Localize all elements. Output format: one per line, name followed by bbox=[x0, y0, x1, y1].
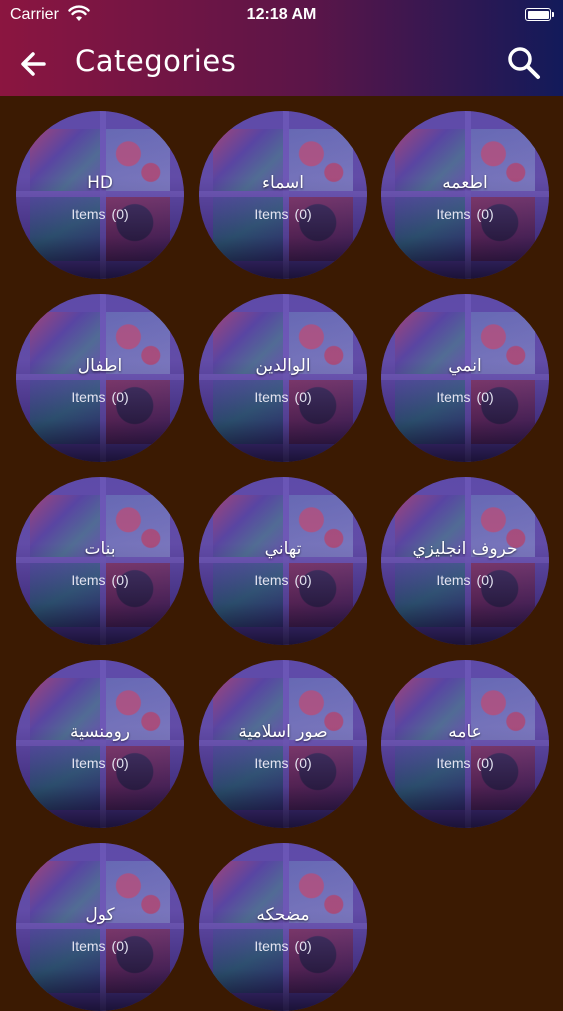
category-name: حروف انجليزي bbox=[412, 539, 518, 559]
category-count: Items (0) bbox=[16, 755, 184, 771]
category-count: Items (0) bbox=[199, 206, 367, 222]
category-thumbnail bbox=[16, 294, 184, 462]
category-thumbnail bbox=[381, 111, 549, 279]
category-count: Items (0) bbox=[199, 938, 367, 954]
category-name: كول bbox=[85, 905, 115, 925]
category-card[interactable]: مضحكه Items (0) bbox=[199, 843, 367, 1011]
category-thumbnail bbox=[199, 477, 367, 645]
items-label: Items bbox=[71, 572, 106, 588]
back-button[interactable] bbox=[16, 46, 52, 82]
items-count: (0) bbox=[476, 572, 494, 588]
category-thumbnail bbox=[16, 843, 184, 1011]
items-label: Items bbox=[254, 206, 289, 222]
category-card[interactable]: تهاني Items (0) bbox=[199, 477, 367, 645]
category-count: Items (0) bbox=[381, 572, 549, 588]
items-label: Items bbox=[436, 389, 471, 405]
category-count: Items (0) bbox=[199, 389, 367, 405]
category-card[interactable]: رومنسية Items (0) bbox=[16, 660, 184, 828]
items-label: Items bbox=[71, 206, 106, 222]
category-count: Items (0) bbox=[381, 755, 549, 771]
category-count: Items (0) bbox=[381, 389, 549, 405]
category-name: انمي bbox=[448, 356, 482, 376]
items-count: (0) bbox=[476, 389, 494, 405]
category-name: اطفال bbox=[77, 356, 123, 376]
category-count: Items (0) bbox=[16, 389, 184, 405]
category-card[interactable]: اطفال Items (0) bbox=[16, 294, 184, 462]
category-count: Items (0) bbox=[199, 755, 367, 771]
category-name: رومنسية bbox=[69, 722, 131, 742]
items-label: Items bbox=[254, 389, 289, 405]
category-count: Items (0) bbox=[199, 572, 367, 588]
category-card[interactable]: صور اسلامية Items (0) bbox=[199, 660, 367, 828]
category-name: عامه bbox=[448, 722, 482, 742]
category-count: Items (0) bbox=[381, 206, 549, 222]
category-thumbnail bbox=[199, 111, 367, 279]
category-thumbnail bbox=[16, 111, 184, 279]
category-thumbnail bbox=[381, 660, 549, 828]
items-label: Items bbox=[254, 755, 289, 771]
category-thumbnail bbox=[16, 477, 184, 645]
category-card[interactable]: الوالدين Items (0) bbox=[199, 294, 367, 462]
items-count: (0) bbox=[294, 938, 312, 954]
category-count: Items (0) bbox=[16, 938, 184, 954]
items-label: Items bbox=[71, 755, 106, 771]
category-name: HD bbox=[87, 173, 113, 193]
category-name: الوالدين bbox=[255, 356, 311, 376]
category-card[interactable]: اطعمه Items (0) bbox=[381, 111, 549, 279]
items-label: Items bbox=[436, 572, 471, 588]
category-grid: HD Items (0) اسماء Items (0) اطعمه Items (0) اطفا… bbox=[0, 96, 563, 1011]
items-label: Items bbox=[254, 572, 289, 588]
category-thumbnail bbox=[199, 660, 367, 828]
items-count: (0) bbox=[476, 755, 494, 771]
items-label: Items bbox=[436, 206, 471, 222]
category-name: اسماء bbox=[262, 173, 304, 193]
category-name: بنات bbox=[84, 539, 116, 559]
items-count: (0) bbox=[294, 755, 312, 771]
category-card[interactable]: عامه Items (0) bbox=[381, 660, 549, 828]
items-label: Items bbox=[71, 938, 106, 954]
items-label: Items bbox=[254, 938, 289, 954]
category-card[interactable]: بنات Items (0) bbox=[16, 477, 184, 645]
items-count: (0) bbox=[294, 206, 312, 222]
items-count: (0) bbox=[111, 755, 129, 771]
category-card[interactable]: انمي Items (0) bbox=[381, 294, 549, 462]
category-name: مضحكه bbox=[256, 905, 310, 925]
category-card[interactable]: حروف انجليزي Items (0) bbox=[381, 477, 549, 645]
category-card[interactable]: اسماء Items (0) bbox=[199, 111, 367, 279]
category-card[interactable]: كول Items (0) bbox=[16, 843, 184, 1011]
items-count: (0) bbox=[111, 389, 129, 405]
items-count: (0) bbox=[111, 938, 129, 954]
category-thumbnail bbox=[381, 477, 549, 645]
items-count: (0) bbox=[111, 206, 129, 222]
app-bar: Categories bbox=[0, 30, 563, 96]
category-card[interactable]: HD Items (0) bbox=[16, 111, 184, 279]
category-count: Items (0) bbox=[16, 572, 184, 588]
battery-icon bbox=[525, 8, 554, 21]
clock: 12:18 AM bbox=[246, 6, 317, 23]
items-count: (0) bbox=[294, 389, 312, 405]
status-bar: Carrier 12:18 AM bbox=[0, 0, 563, 30]
items-count: (0) bbox=[294, 572, 312, 588]
search-button[interactable] bbox=[505, 44, 543, 82]
category-thumbnail bbox=[199, 843, 367, 1011]
category-name: صور اسلامية bbox=[238, 722, 328, 742]
items-count: (0) bbox=[476, 206, 494, 222]
items-count: (0) bbox=[111, 572, 129, 588]
items-label: Items bbox=[71, 389, 106, 405]
category-name: تهاني bbox=[264, 539, 302, 559]
page-title: Categories bbox=[75, 44, 237, 78]
category-thumbnail bbox=[199, 294, 367, 462]
items-label: Items bbox=[436, 755, 471, 771]
category-thumbnail bbox=[16, 660, 184, 828]
category-count: Items (0) bbox=[16, 206, 184, 222]
category-name: اطعمه bbox=[442, 173, 488, 193]
category-thumbnail bbox=[381, 294, 549, 462]
